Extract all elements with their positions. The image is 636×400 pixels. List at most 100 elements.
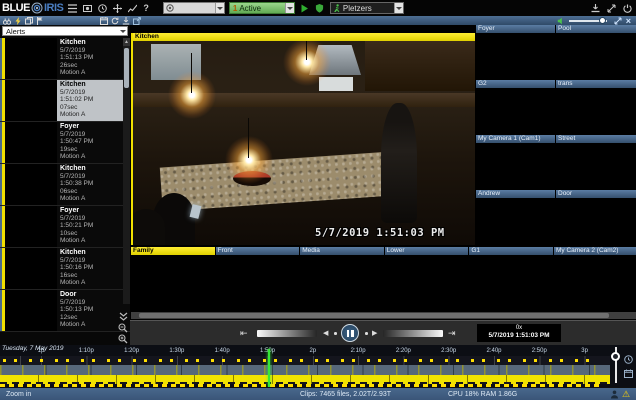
profile-status-select[interactable]: 1 Active — [229, 2, 295, 14]
timeline-alert-marker-band[interactable] — [0, 356, 610, 365]
camera-cell-title[interactable]: My Camera 1 (Cam1) — [476, 135, 555, 143]
camera-cell-title[interactable]: Lower — [385, 247, 469, 255]
alert-list-item[interactable]: Foyer 5/7/2019 1:50:21 PM 10sec Motion A — [0, 206, 130, 248]
camera-cell-video[interactable] — [300, 255, 384, 309]
search-binoculars-icon[interactable] — [2, 17, 11, 25]
alert-thumbnail[interactable] — [5, 290, 57, 331]
camera-cell-title[interactable]: Family — [131, 247, 215, 255]
camera-cell-title[interactable]: Andrew — [476, 190, 555, 198]
timeline-recording-band[interactable] — [0, 375, 610, 384]
camera-cell-title[interactable]: Pool — [556, 25, 636, 33]
warning-icon[interactable]: ⚠ — [622, 389, 630, 400]
alert-thumbnail[interactable] — [5, 38, 57, 79]
camera-cell-video[interactable] — [554, 255, 636, 309]
alert-thumbnail[interactable] — [5, 122, 57, 163]
camera-cell-title[interactable]: Media — [300, 247, 384, 255]
pause-button[interactable] — [341, 324, 359, 342]
camera-cell-title[interactable]: G1 — [469, 247, 553, 255]
clips-stack-icon[interactable] — [24, 17, 33, 25]
history-refresh-icon[interactable] — [110, 17, 119, 25]
help-icon[interactable]: ? — [143, 3, 149, 13]
user-profile-select[interactable]: Pletzers — [330, 2, 404, 14]
camera-cell-video[interactable] — [476, 143, 555, 189]
stats-graph-icon[interactable] — [127, 3, 138, 14]
scrollbar-thumb[interactable] — [124, 48, 129, 88]
camera-cell[interactable]: G1 — [469, 247, 553, 310]
camera-group-select[interactable] — [163, 2, 225, 14]
timeline-playhead[interactable] — [268, 349, 270, 387]
timeline-clip-band[interactable] — [0, 365, 610, 375]
camera-cell[interactable]: My Camera 2 (Cam2) — [554, 247, 636, 310]
shield-status-icon[interactable] — [314, 3, 325, 14]
camera-cell-title[interactable]: trans — [556, 80, 636, 88]
volume-slider[interactable] — [569, 20, 607, 22]
forward-speed-slider[interactable] — [383, 330, 443, 337]
skip-to-end-icon[interactable]: ⇥ — [448, 328, 456, 339]
ptz-controls-icon[interactable] — [112, 3, 123, 14]
camera-cell-video[interactable] — [556, 88, 636, 134]
step-forward-icon[interactable]: ▶ — [372, 329, 377, 337]
camera-cell-title[interactable]: My Camera 2 (Cam2) — [554, 247, 636, 255]
camera-cell-title[interactable]: Door — [556, 190, 636, 198]
camera-cell-video[interactable] — [556, 198, 636, 244]
alert-thumbnail[interactable] — [5, 80, 57, 121]
camera-cell-video[interactable] — [476, 88, 555, 134]
alert-list-item[interactable]: Door 5/7/2019 1:50:13 PM 12sec Motion A — [0, 290, 130, 332]
camera-window-icon[interactable] — [82, 3, 93, 14]
main-camera-title[interactable]: Kitchen — [133, 33, 475, 41]
camera-cell[interactable]: trans — [556, 80, 636, 134]
camera-cell[interactable]: Pool — [556, 25, 636, 79]
export-download-icon[interactable] — [121, 17, 130, 25]
camera-cell[interactable]: Media — [300, 247, 384, 310]
alert-thumbnail[interactable] — [5, 206, 57, 247]
camera-row-scrollbar[interactable] — [131, 312, 636, 319]
camera-cell[interactable]: My Camera 1 (Cam1) — [476, 135, 555, 189]
camera-cell-video[interactable] — [469, 255, 553, 309]
alert-list-item[interactable]: Kitchen 5/7/2019 1:51:02 PM 07sec Motion… — [0, 80, 130, 122]
rewind-speed-slider[interactable] — [257, 330, 317, 337]
camera-cell[interactable]: G2 — [476, 80, 555, 134]
camera-cell[interactable]: Lower — [385, 247, 469, 310]
skip-to-start-icon[interactable]: ⇤ — [240, 328, 248, 339]
camera-cell-title[interactable]: Front — [216, 247, 300, 255]
camera-cell-title[interactable]: Foyer — [476, 25, 555, 33]
clip-list-icon[interactable] — [67, 3, 78, 14]
alert-list-scrollbar[interactable]: ▲ — [123, 38, 130, 304]
camera-cell-title[interactable]: G2 — [476, 80, 555, 88]
camera-cell[interactable]: Foyer — [476, 25, 555, 79]
close-view-icon[interactable]: × — [626, 17, 631, 25]
audio-speaker-icon[interactable] — [557, 17, 565, 25]
timeline-panel[interactable]: Tuesday, 7 May 2019 1p1:10p1:20p1:30p1:4… — [0, 345, 636, 387]
camera-cell-video[interactable] — [385, 255, 469, 309]
volume-slider-thumb[interactable] — [599, 17, 606, 24]
alert-thumbnail[interactable] — [5, 248, 57, 289]
jump-to-newest-icon[interactable] — [118, 311, 129, 322]
camera-cell[interactable]: Family — [131, 247, 215, 310]
schedule-clock-icon[interactable] — [97, 3, 108, 14]
timeline-zoom-thumb[interactable] — [611, 352, 620, 361]
alert-list-item[interactable]: Kitchen 5/7/2019 1:50:16 PM 16sec Motion… — [0, 248, 130, 290]
user-session-icon[interactable] — [610, 390, 619, 399]
calendar-icon[interactable] — [99, 17, 108, 25]
camera-cell-video[interactable] — [556, 143, 636, 189]
step-back-icon[interactable]: ◀ — [323, 329, 328, 337]
zoom-in-icon[interactable] — [118, 333, 129, 344]
flag-icon[interactable] — [35, 17, 44, 25]
maximize-view-icon[interactable] — [614, 17, 622, 25]
zoom-out-icon[interactable] — [118, 322, 129, 333]
camera-cell-video[interactable] — [216, 255, 300, 309]
download-icon[interactable] — [590, 3, 601, 14]
timeline-calendar-icon[interactable] — [624, 365, 633, 374]
popout-window-icon[interactable] — [133, 17, 141, 25]
alert-thumbnail[interactable] — [5, 164, 57, 205]
camera-cell-video[interactable] — [476, 33, 555, 79]
camera-cell[interactable]: Front — [216, 247, 300, 310]
traffic-play-icon[interactable] — [299, 3, 310, 14]
camera-cell-video[interactable] — [131, 255, 215, 309]
list-mode-select[interactable]: Alerts — [2, 26, 128, 36]
alert-list-item[interactable]: Kitchen 5/7/2019 1:50:38 PM 06sec Motion… — [0, 164, 130, 206]
alert-list-item[interactable]: Kitchen 5/7/2019 1:51:13 PM 26sec Motion… — [0, 38, 130, 80]
timeline-clock-icon[interactable] — [624, 351, 633, 360]
camera-cell[interactable]: Andrew — [476, 190, 555, 244]
alerts-lightning-icon[interactable] — [13, 17, 22, 25]
